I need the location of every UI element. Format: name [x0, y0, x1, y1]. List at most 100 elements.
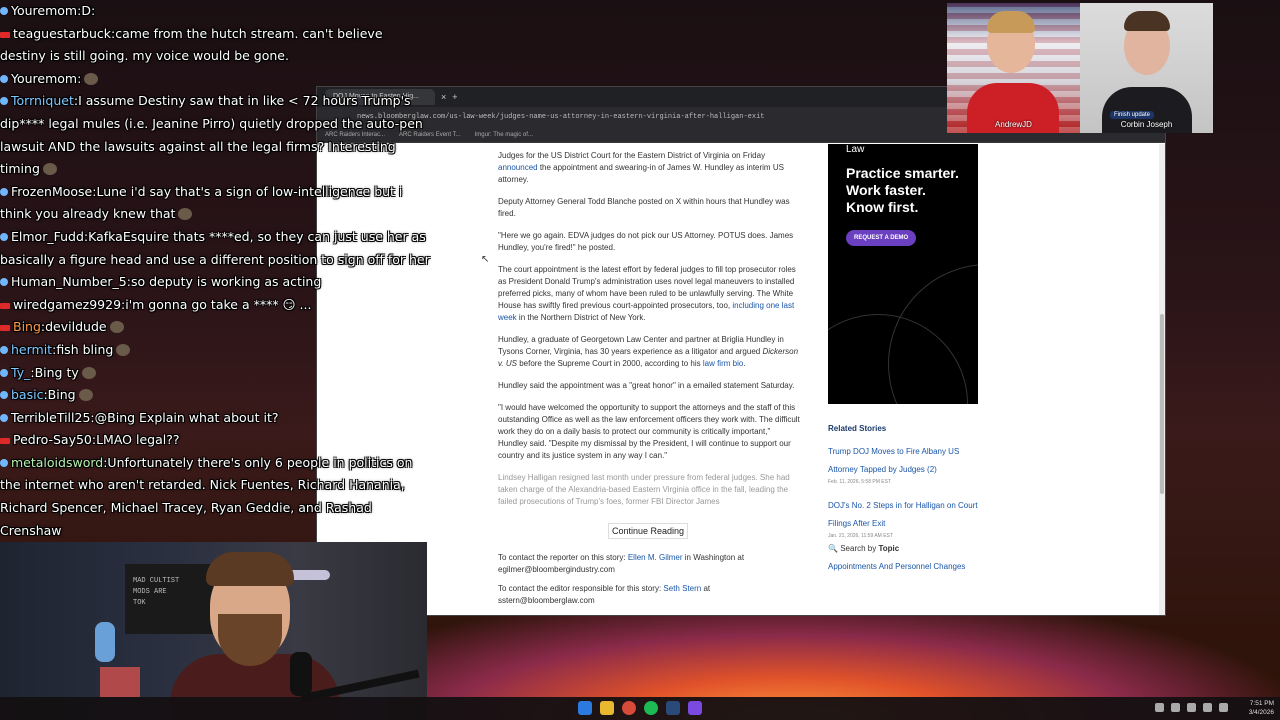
page-scrollbar[interactable]: [1159, 144, 1165, 615]
chat-message: wiredgamez9929:i'm gonna go take a **** …: [0, 294, 430, 317]
taskbar: 7:51 PM 3/4/2026: [0, 697, 1280, 720]
browser-window: DOJ Moves to Fasten Hig... × + news.bloo…: [316, 86, 1166, 616]
chat-badge-icon: [0, 325, 10, 332]
chat-text: Bing: [47, 387, 76, 403]
chat-badge-icon: [0, 368, 8, 377]
related-stories-title: Related Stories: [828, 424, 887, 433]
chat-username[interactable]: Elmor_Fudd: [11, 229, 84, 244]
chat-message: Youremom:D:: [0, 0, 430, 23]
editor-link[interactable]: Seth Stern: [663, 584, 701, 593]
chat-username[interactable]: TerribleTill25: [11, 410, 90, 425]
chat-text: LMAO legal??: [96, 432, 180, 448]
chat-message: TerribleTill25:@Bing Explain what about …: [0, 407, 430, 430]
request-demo-button[interactable]: REQUEST A DEMO: [846, 230, 917, 246]
bookmark-imgur[interactable]: Imgur: The magic of...: [475, 132, 533, 138]
volume-icon[interactable]: [1219, 703, 1228, 712]
article-paragraph: Judges for the US District Court for the…: [498, 151, 784, 184]
chat-username[interactable]: Bing: [13, 319, 41, 334]
chat-text: fish bling: [56, 341, 114, 357]
chat-username[interactable]: wiredgamez9929: [13, 297, 121, 312]
chat-username[interactable]: Youremom: [11, 3, 77, 18]
chat-text: i'm gonna go take a **** 😏 ...: [125, 296, 312, 312]
chat-message: Bing:devildude: [0, 316, 430, 339]
chat-emote-icon: [81, 366, 96, 379]
chat-badge-icon: [0, 74, 8, 83]
system-tray: [1155, 703, 1228, 712]
chat-message: Pedro-Say50:LMAO legal??: [0, 429, 430, 452]
chat-username[interactable]: basic: [11, 387, 43, 402]
advertisement[interactable]: Law Practice smarter. Work faster. Know …: [828, 144, 978, 404]
microphone-icon: [290, 652, 312, 696]
chat-badge-icon: [0, 413, 8, 422]
close-tab-icon[interactable]: ×: [441, 92, 446, 102]
chat-username[interactable]: Pedro-Say50: [13, 432, 92, 447]
chat-badge-icon: [0, 438, 10, 445]
article-paragraph-faded: Lindsey Halligan resigned last month und…: [498, 473, 790, 506]
reporter-link[interactable]: Ellen M. Gilmer: [628, 553, 683, 562]
article-body: Judges for the US District Court for the…: [498, 150, 800, 518]
chat-emote-icon: [109, 321, 124, 334]
related-story: DOJ's No. 2 Steps in for Halligan on Cou…: [828, 495, 988, 539]
chat-emote-icon: [178, 208, 193, 221]
related-story-link[interactable]: DOJ's No. 2 Steps in for Halligan on Cou…: [828, 501, 978, 528]
chat-username[interactable]: teaguestarbuck: [13, 26, 111, 41]
mouse-cursor-icon: ↖: [481, 254, 490, 265]
book-stack: [100, 667, 140, 697]
chat-text: D:: [81, 3, 96, 18]
file-explorer-icon[interactable]: [600, 701, 614, 715]
continue-reading-button[interactable]: Continue Reading: [608, 523, 688, 539]
wall-sign: MAD CULTIST MODS ARE TOK: [125, 564, 215, 634]
chat-username[interactable]: Torrniquet: [11, 93, 74, 108]
chat-message: hermit:fish bling: [0, 339, 430, 362]
tray-icon[interactable]: [1187, 703, 1196, 712]
chat-badge-icon: [0, 97, 8, 106]
scrollbar-thumb[interactable]: [1160, 314, 1164, 494]
related-stories: Related Stories Trump DOJ Moves to Fire …: [828, 424, 988, 549]
chat-badge-icon: [0, 187, 8, 196]
chat-message: Youremom:: [0, 68, 430, 91]
related-story-link[interactable]: Trump DOJ Moves to Fire Albany US Attorn…: [828, 447, 959, 474]
finish-update-pill[interactable]: Finish update: [1110, 111, 1155, 119]
start-icon[interactable]: [578, 701, 592, 715]
chat-text: so deputy is working as acting: [130, 274, 322, 290]
streamer-webcam: MAD CULTIST MODS ARE TOK: [0, 542, 427, 720]
chat-username[interactable]: Human_Number_5: [11, 274, 127, 289]
chrome-icon[interactable]: [622, 701, 636, 715]
article-paragraph: Deputy Attorney General Todd Blanche pos…: [498, 197, 790, 218]
chat-username[interactable]: metaloidsword: [11, 455, 103, 470]
chat-badge-icon: [0, 391, 8, 400]
ad-brand: Law: [846, 144, 865, 155]
chat-emote-icon: [42, 163, 57, 176]
chat-username[interactable]: hermit: [11, 342, 52, 357]
topic-link[interactable]: Appointments And Personnel Changes: [828, 562, 965, 571]
article-paragraph: Hundley said the appointment was a "grea…: [498, 381, 795, 390]
guest-name-label: Corbin Joseph: [1120, 120, 1173, 129]
tray-icon[interactable]: [1171, 703, 1180, 712]
announced-link[interactable]: announced: [498, 163, 538, 172]
chat-badge-icon: [0, 278, 8, 287]
chat-message: Ty_:Bing ty: [0, 362, 430, 385]
guest-webcam-left: AndrewJD: [947, 3, 1080, 133]
figurine: [95, 622, 115, 662]
new-tab-button[interactable]: +: [452, 92, 457, 102]
chat-text: devildude: [45, 319, 107, 335]
chat-badge-icon: [0, 7, 8, 15]
chat-emote-icon: [78, 389, 93, 402]
obs-icon[interactable]: [688, 701, 702, 715]
chat-username[interactable]: Ty_: [11, 365, 30, 380]
taskbar-clock[interactable]: 7:51 PM 3/4/2026: [1249, 699, 1274, 717]
ad-headline: Practice smarter. Work faster. Know firs…: [846, 165, 959, 215]
chat-emote-icon: [116, 343, 131, 356]
steam-icon[interactable]: [666, 701, 680, 715]
chat-overlay: Youremom:D: teaguestarbuck:came from the …: [0, 0, 430, 542]
law-firm-bio-link[interactable]: law firm bio: [703, 359, 743, 368]
tray-icon[interactable]: [1155, 703, 1164, 712]
search-by-topic: 🔍 Search by Topic: [828, 544, 900, 553]
chat-username[interactable]: Youremom: [11, 71, 77, 86]
chat-message: Human_Number_5:so deputy is working as a…: [0, 271, 430, 294]
spotify-icon[interactable]: [644, 701, 658, 715]
chat-username[interactable]: FrozenMoose: [11, 184, 92, 199]
wifi-icon[interactable]: [1203, 703, 1212, 712]
related-story-date: Jan. 21, 2026, 11:59 AM EST: [828, 533, 893, 539]
chat-message: teaguestarbuck:came from the hutch strea…: [0, 23, 430, 68]
